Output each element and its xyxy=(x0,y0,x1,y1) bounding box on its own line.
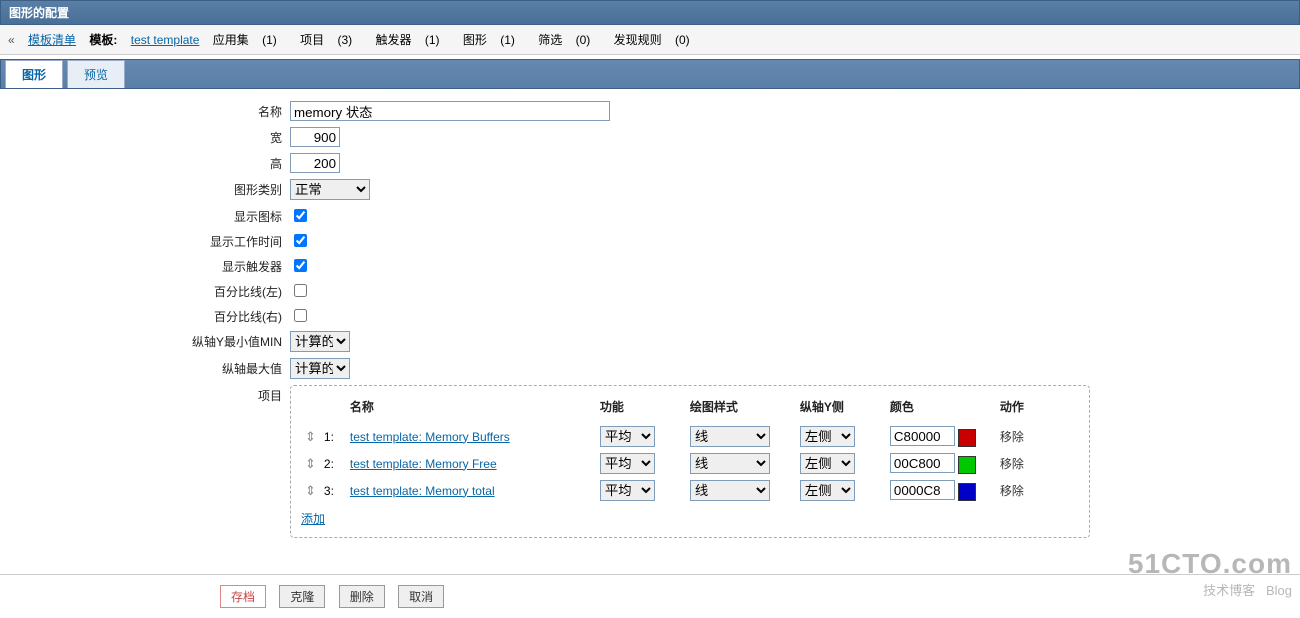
remove-link[interactable]: 移除 xyxy=(1000,430,1024,444)
page-header: 图形的配置 xyxy=(0,0,1300,25)
color-swatch[interactable] xyxy=(958,456,976,474)
col-name: 名称 xyxy=(346,394,596,423)
label-graph-type: 图形类别 xyxy=(10,179,290,198)
row-index: 3: xyxy=(320,477,346,504)
tab-graph[interactable]: 图形 xyxy=(5,60,63,88)
color-swatch[interactable] xyxy=(958,429,976,447)
drag-handle-icon[interactable]: ⇕ xyxy=(305,456,316,471)
select-graph-type[interactable]: 正常 xyxy=(290,179,370,200)
select-draw[interactable]: 线 xyxy=(690,453,770,474)
nav-graphs[interactable]: 图形 (1) xyxy=(463,33,525,47)
breadcrumb-templates-link[interactable]: 模板清单 xyxy=(28,33,76,47)
col-func: 功能 xyxy=(596,394,686,423)
item-name-link[interactable]: test template: Memory total xyxy=(350,484,495,498)
input-width[interactable] xyxy=(290,127,340,147)
label-items: 项目 xyxy=(10,385,290,404)
row-index: 2: xyxy=(320,450,346,477)
select-draw[interactable]: 线 xyxy=(690,480,770,501)
select-side[interactable]: 左侧 xyxy=(800,426,855,447)
col-side: 纵轴Y侧 xyxy=(796,394,886,423)
breadcrumb: « 模板清单 模板: test template 应用集 (1) 项目 (3) … xyxy=(0,25,1300,55)
label-percent-right: 百分比线(右) xyxy=(10,306,290,325)
input-color[interactable] xyxy=(890,453,955,473)
label-show-triggers: 显示触发器 xyxy=(10,256,290,275)
input-color[interactable] xyxy=(890,426,955,446)
nav-screens[interactable]: 筛选 (0) xyxy=(538,33,600,47)
breadcrumb-template-name[interactable]: test template xyxy=(131,33,200,47)
table-row: ⇕ 1: test template: Memory Buffers 平均 线 左侧 移除 xyxy=(301,423,1079,450)
add-item-link[interactable]: 添加 xyxy=(301,512,325,526)
table-row: ⇕ 3: test template: Memory total 平均 线 左侧 移除 xyxy=(301,477,1079,504)
checkbox-show-legend[interactable] xyxy=(294,209,307,222)
tab-row: 图形 预览 xyxy=(0,59,1300,89)
label-show-work: 显示工作时间 xyxy=(10,231,290,250)
select-side[interactable]: 左侧 xyxy=(800,480,855,501)
checkbox-percent-right[interactable] xyxy=(294,309,307,322)
col-draw: 绘图样式 xyxy=(686,394,796,423)
label-height: 高 xyxy=(10,153,290,172)
label-width: 宽 xyxy=(10,127,290,146)
select-func[interactable]: 平均 xyxy=(600,480,655,501)
row-index: 1: xyxy=(320,423,346,450)
watermark-sub: 技术博客 xyxy=(1203,583,1255,598)
select-yaxis-max[interactable]: 计算的 xyxy=(290,358,350,379)
checkbox-show-triggers[interactable] xyxy=(294,259,307,272)
checkbox-percent-left[interactable] xyxy=(294,284,307,297)
label-percent-left: 百分比线(左) xyxy=(10,281,290,300)
label-show-legend: 显示图标 xyxy=(10,206,290,225)
table-row: ⇕ 2: test template: Memory Free 平均 线 左侧 移除 xyxy=(301,450,1079,477)
nav-discovery[interactable]: 发现规则 (0) xyxy=(614,33,700,47)
nav-items[interactable]: 项目 (3) xyxy=(300,33,362,47)
select-func[interactable]: 平均 xyxy=(600,453,655,474)
label-yaxis-min: 纵轴Y最小值MIN xyxy=(10,331,290,350)
input-name[interactable] xyxy=(290,101,610,121)
input-height[interactable] xyxy=(290,153,340,173)
items-table: 名称 功能 绘图样式 纵轴Y侧 颜色 动作 ⇕ 1: test template: … xyxy=(301,394,1079,504)
label-name: 名称 xyxy=(10,101,290,120)
watermark-tag: Blog xyxy=(1266,583,1292,598)
select-yaxis-min[interactable]: 计算的 xyxy=(290,331,350,352)
col-action: 动作 xyxy=(996,394,1079,423)
select-side[interactable]: 左侧 xyxy=(800,453,855,474)
checkbox-show-work[interactable] xyxy=(294,234,307,247)
nav-triggers[interactable]: 触发器 (1) xyxy=(376,33,450,47)
select-func[interactable]: 平均 xyxy=(600,426,655,447)
drag-handle-icon[interactable]: ⇕ xyxy=(305,429,316,444)
nav-applications[interactable]: 应用集 (1) xyxy=(213,33,287,47)
page-title: 图形的配置 xyxy=(9,6,69,20)
item-name-link[interactable]: test template: Memory Buffers xyxy=(350,430,510,444)
button-row: 存档 克隆 删除 取消 xyxy=(0,574,1300,618)
drag-handle-icon[interactable]: ⇕ xyxy=(305,483,316,498)
color-swatch[interactable] xyxy=(958,483,976,501)
label-yaxis-max: 纵轴最大值 xyxy=(10,358,290,377)
tab-preview[interactable]: 预览 xyxy=(67,60,125,88)
breadcrumb-template-label: 模板: xyxy=(89,33,117,47)
remove-link[interactable]: 移除 xyxy=(1000,457,1024,471)
input-color[interactable] xyxy=(890,480,955,500)
item-name-link[interactable]: test template: Memory Free xyxy=(350,457,497,471)
items-box: 名称 功能 绘图样式 纵轴Y侧 颜色 动作 ⇕ 1: test template: … xyxy=(290,385,1090,538)
breadcrumb-back-icon: « xyxy=(8,33,15,47)
watermark: 51CTO.com 技术博客 Blog xyxy=(1128,548,1292,599)
col-color: 颜色 xyxy=(886,394,996,423)
select-draw[interactable]: 线 xyxy=(690,426,770,447)
watermark-domain: 51CTO.com xyxy=(1128,548,1292,580)
form-area: 名称 宽 高 图形类别 正常 显示图标 显示工作时间 显示触发器 百分比线(左)… xyxy=(0,89,1300,554)
remove-link[interactable]: 移除 xyxy=(1000,484,1024,498)
